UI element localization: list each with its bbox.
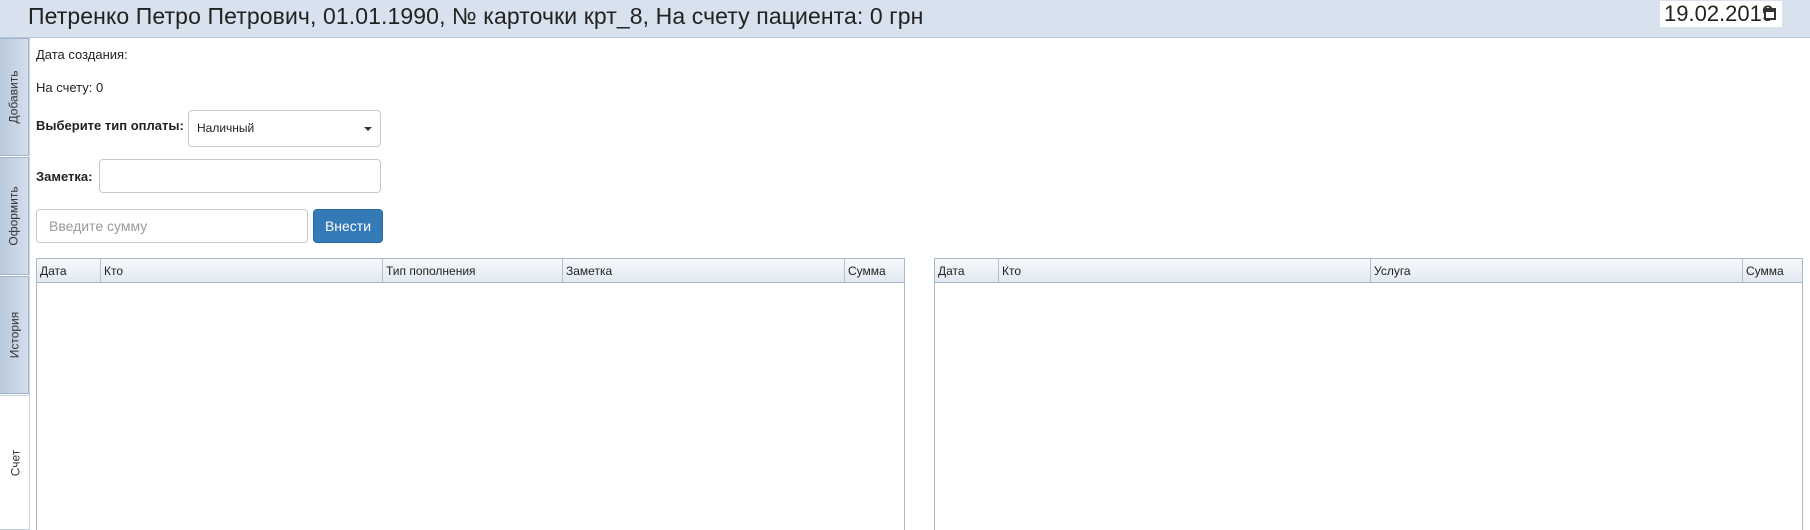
patient-info-title: Петренко Петро Петрович, 01.01.1990, № к… <box>28 3 924 29</box>
services-col-sum[interactable]: Сумма <box>1743 259 1802 282</box>
payment-type-label: Выберите тип оплаты: <box>36 118 184 133</box>
note-input[interactable] <box>99 159 381 193</box>
deposits-col-who[interactable]: Кто <box>101 259 383 282</box>
balance-label: На счету: 0 <box>36 80 104 95</box>
note-label: Заметка: <box>36 169 93 184</box>
tab-history-label: История <box>7 311 22 359</box>
calendar-icon[interactable] <box>1764 8 1776 20</box>
deposits-col-date[interactable]: Дата <box>37 259 101 282</box>
submit-button[interactable]: Внести <box>313 209 383 243</box>
services-col-service[interactable]: Услуга <box>1371 259 1743 282</box>
tab-checkout[interactable]: Оформить <box>0 157 29 275</box>
side-tabs: Добавить Оформить История Счет <box>0 38 30 530</box>
tab-account[interactable]: Счет <box>0 395 30 530</box>
deposits-col-type[interactable]: Тип пополнения <box>383 259 563 282</box>
payment-type-select[interactable]: Наличный <box>188 110 381 147</box>
date-picker[interactable]: 19.02.2019 <box>1660 1 1782 27</box>
tab-history[interactable]: История <box>0 276 29 394</box>
created-date-label: Дата создания: <box>36 47 128 62</box>
deposits-col-sum[interactable]: Сумма <box>845 259 904 282</box>
tab-account-label: Счет <box>8 449 22 476</box>
deposits-table: Дата Кто Тип пополнения Заметка Сумма <box>36 258 905 530</box>
header-bar: Петренко Петро Петрович, 01.01.1990, № к… <box>0 0 1810 38</box>
deposits-table-header: Дата Кто Тип пополнения Заметка Сумма <box>37 259 904 283</box>
services-col-date[interactable]: Дата <box>935 259 999 282</box>
payment-type-value: Наличный <box>197 121 255 135</box>
services-col-who[interactable]: Кто <box>999 259 1371 282</box>
services-table: Дата Кто Услуга Сумма <box>934 258 1803 530</box>
date-value: 19.02.2019 <box>1664 1 1775 26</box>
services-table-header: Дата Кто Услуга Сумма <box>935 259 1802 283</box>
tabs-divider <box>29 38 30 530</box>
amount-input[interactable] <box>36 209 308 243</box>
chevron-down-icon <box>364 127 372 131</box>
tab-add[interactable]: Добавить <box>0 38 29 156</box>
tab-checkout-label: Оформить <box>7 186 22 246</box>
deposits-col-note[interactable]: Заметка <box>563 259 845 282</box>
tab-add-label: Добавить <box>7 70 22 124</box>
